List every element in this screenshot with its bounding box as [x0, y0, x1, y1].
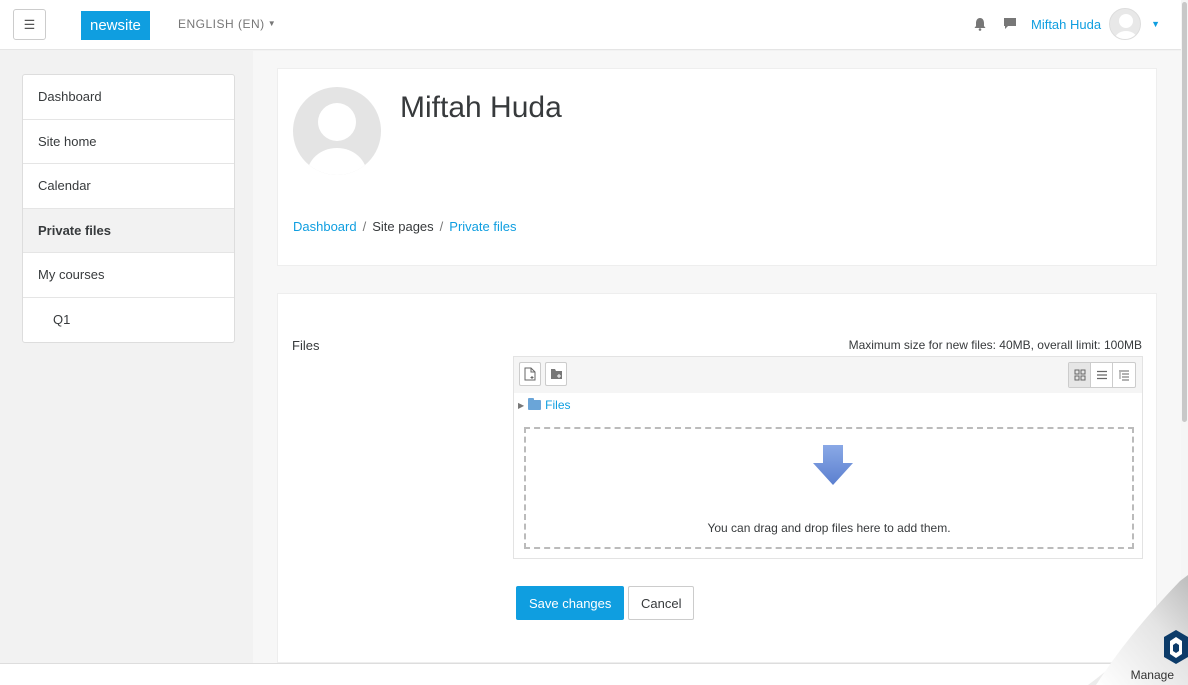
files-field-label: Files — [292, 338, 320, 353]
footer-bar — [0, 663, 1188, 685]
sidebar-item-calendar[interactable]: Calendar — [23, 164, 234, 209]
language-label: ENGLISH (EN) — [178, 17, 265, 31]
user-nav: Miftah Huda ▼ — [973, 8, 1160, 40]
sidebar-item-label: Site home — [38, 133, 97, 149]
breadcrumb-private-files-link[interactable]: Private files — [449, 219, 516, 234]
arrow-down-icon — [813, 445, 853, 485]
max-size-note: Maximum size for new files: 40MB, overal… — [848, 338, 1142, 352]
sidebar-item-label: Private files — [38, 222, 111, 238]
file-manager: ▶ Files You can drag and drop files here… — [513, 356, 1143, 559]
sidebar-item-my-courses[interactable]: My courses — [23, 253, 234, 298]
breadcrumb-separator: / — [362, 219, 367, 234]
sidebar-item-dashboard[interactable]: Dashboard — [23, 75, 234, 120]
folder-icon — [528, 398, 542, 410]
sidebar-item-q1[interactable]: Q1 — [23, 298, 234, 343]
top-navbar: ☰ newsite ENGLISH (EN) ▼ Miftah Huda ▼ — [0, 0, 1188, 50]
site-brand-link[interactable]: newsite — [81, 11, 150, 40]
breadcrumb-dashboard-link[interactable]: Dashboard — [293, 219, 357, 234]
sidebar-item-label: Dashboard — [38, 89, 102, 105]
sidebar-item-label: Q1 — [53, 312, 71, 328]
folder-plus-icon — [550, 369, 562, 379]
avatar[interactable] — [1109, 8, 1142, 40]
hamburger-icon: ☰ — [23, 16, 36, 32]
save-changes-button[interactable]: Save changes — [516, 586, 625, 620]
file-dropzone[interactable]: You can drag and drop files here to add … — [524, 427, 1134, 549]
sidebar-item-label: Calendar — [38, 178, 91, 194]
breadcrumb: Dashboard / Site pages / Private files — [293, 219, 517, 234]
view-list-button[interactable] — [1091, 363, 1113, 387]
cancel-button[interactable]: Cancel — [628, 586, 695, 620]
menu-toggle-button[interactable]: ☰ — [13, 9, 46, 40]
view-mode-group — [1068, 362, 1136, 388]
manage-label: Manage — [1130, 668, 1174, 682]
grid-icon — [1074, 369, 1085, 381]
chevron-down-icon[interactable]: ▼ — [1151, 19, 1160, 29]
breadcrumb-site-pages: Site pages — [372, 219, 434, 234]
scrollbar-thumb[interactable] — [1182, 2, 1187, 422]
dropzone-hint: You can drag and drop files here to add … — [707, 521, 951, 535]
folder-path: ▶ Files — [514, 393, 1142, 417]
folder-path-files-link[interactable]: Files — [545, 398, 570, 412]
user-name-link[interactable]: Miftah Huda — [1031, 17, 1101, 32]
tree-icon — [1119, 370, 1129, 381]
chevron-down-icon: ▼ — [267, 19, 277, 28]
sidebar-item-label: My courses — [38, 267, 105, 283]
manage-widget[interactable]: Manage — [1088, 575, 1188, 685]
view-icons-button[interactable] — [1069, 363, 1091, 387]
private-files-form: Files Maximum size for new files: 40MB, … — [277, 293, 1157, 663]
sidebar-nav: Dashboard Site home Calendar Private fil… — [22, 74, 235, 343]
page-header: Miftah Huda Dashboard / Site pages / Pri… — [277, 68, 1157, 266]
breadcrumb-separator: / — [439, 219, 444, 234]
bell-icon[interactable] — [973, 17, 987, 31]
add-file-icon — [524, 367, 536, 381]
sidebar-item-private-files[interactable]: Private files — [23, 208, 234, 253]
page-title: Miftah Huda — [400, 91, 562, 124]
sidebar-item-site-home[interactable]: Site home — [23, 120, 234, 164]
view-tree-button[interactable] — [1113, 363, 1135, 387]
message-icon[interactable] — [1003, 17, 1017, 31]
list-icon — [1096, 370, 1107, 380]
avatar[interactable] — [293, 87, 381, 175]
create-folder-button[interactable] — [545, 362, 567, 386]
file-manager-toolbar — [514, 357, 1142, 393]
language-menu[interactable]: ENGLISH (EN) ▼ — [178, 17, 276, 31]
chevron-right-icon: ▶ — [518, 400, 525, 410]
add-file-button[interactable] — [519, 362, 541, 386]
